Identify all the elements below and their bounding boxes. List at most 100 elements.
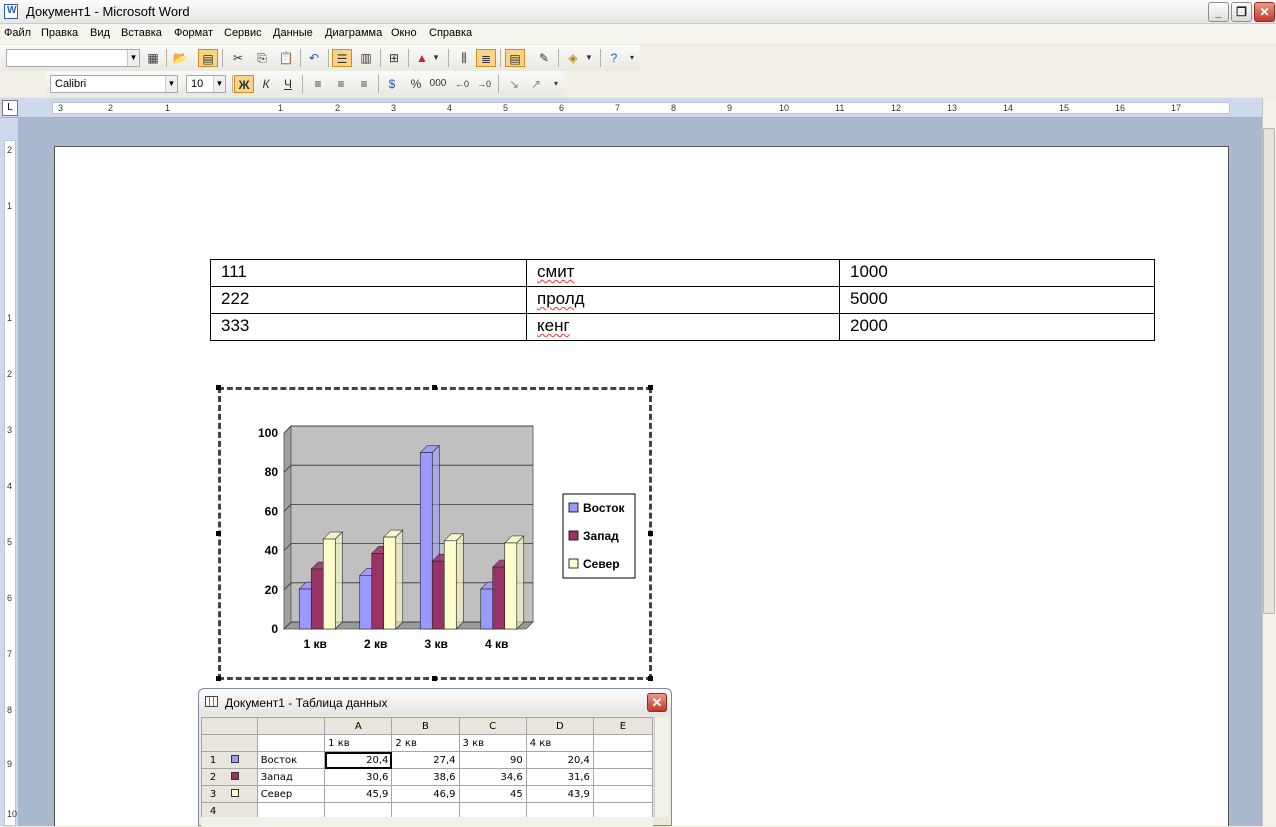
menu-edit[interactable]: Правка [41, 27, 78, 39]
y-tick-label[interactable]: 80 [265, 465, 279, 479]
bar[interactable] [492, 566, 506, 630]
data-cell[interactable]: 45,9 [324, 785, 393, 803]
currency-format-icon[interactable]: $ [382, 75, 402, 93]
data-cell[interactable] [391, 802, 460, 817]
paste-icon[interactable]: 📋 [276, 49, 296, 67]
data-cell[interactable] [458, 802, 527, 817]
increase-decimal-icon[interactable]: ←0 [452, 75, 472, 93]
x-tick-label[interactable]: 4 кв [485, 637, 508, 651]
underline-button[interactable]: Ч [278, 75, 298, 93]
data-cell[interactable]: 3 кв [458, 734, 527, 752]
font-size-combo[interactable]: 10 ▼ [186, 75, 226, 93]
menu-file[interactable]: Файл [4, 27, 31, 39]
legend-swatch[interactable] [568, 502, 579, 513]
series-name-cell[interactable]: Север [256, 785, 326, 803]
category-gridlines-icon[interactable]: ⫼ [454, 49, 474, 67]
bar-side[interactable] [395, 529, 404, 630]
y-tick-label[interactable]: 0 [271, 622, 278, 636]
resize-handle-tl[interactable] [216, 385, 221, 390]
align-right-icon[interactable]: ≡ [354, 75, 374, 93]
chart-type-dropdown-icon[interactable]: ▼ [430, 49, 442, 67]
data-cell[interactable]: 20,4 [324, 751, 393, 769]
bar[interactable] [504, 542, 518, 630]
menu-window[interactable]: Окно [391, 27, 417, 39]
chart-type-icon[interactable]: ▲ [412, 49, 432, 67]
data-cell[interactable]: 34,6 [458, 768, 527, 786]
table-cell[interactable]: 222 [210, 286, 527, 314]
bar[interactable] [298, 588, 312, 630]
x-tick-label[interactable]: 1 кв [304, 637, 327, 651]
y-tick-label[interactable]: 40 [265, 544, 279, 558]
data-cell[interactable]: 1 кв [324, 734, 393, 752]
menu-view[interactable]: Вид [90, 27, 110, 39]
bar[interactable] [359, 574, 373, 630]
by-row-icon[interactable]: ☰ [332, 49, 352, 67]
data-cell[interactable]: 4 кв [525, 734, 594, 752]
angle-counterclockwise-icon[interactable]: ↗ [526, 75, 546, 93]
datasheet-window[interactable]: Документ1 - Таблица данных ✕ A B C D E 1… [198, 688, 672, 827]
legend-swatch[interactable] [568, 530, 579, 541]
bar[interactable] [371, 553, 385, 630]
resize-handle-b[interactable] [432, 676, 437, 681]
italic-button[interactable]: К [256, 75, 276, 93]
percent-button[interactable]: % [406, 75, 426, 93]
data-cell[interactable] [592, 734, 653, 752]
chart-object-frame[interactable]: 0 20 40 60 80 100 1 кв 2 кв 3 кв 4 кв Восток Запад С… [218, 387, 652, 680]
data-cell[interactable]: 90 [458, 751, 527, 769]
legend-icon[interactable]: ▤ [505, 49, 525, 67]
bar[interactable] [443, 540, 457, 630]
resize-handle-bl[interactable] [216, 676, 221, 681]
row-header[interactable] [201, 734, 258, 752]
legend-swatch[interactable] [568, 558, 579, 569]
data-cell[interactable]: 27,4 [391, 751, 460, 769]
bold-button[interactable]: Ж [234, 75, 254, 93]
data-cell[interactable] [256, 802, 326, 817]
menu-tools[interactable]: Сервис [224, 27, 262, 39]
by-column-icon[interactable]: ▥ [356, 49, 376, 67]
row-header[interactable]: 3 [201, 785, 258, 803]
data-cell[interactable] [592, 768, 653, 786]
data-cell[interactable] [592, 802, 653, 817]
angle-clockwise-icon[interactable]: ↘ [504, 75, 524, 93]
minimize-button[interactable]: _ [1208, 2, 1229, 22]
align-left-icon[interactable]: ≡ [308, 75, 328, 93]
bar-side[interactable] [334, 531, 343, 630]
menu-insert[interactable]: Вставка [121, 27, 162, 39]
bar[interactable] [383, 536, 397, 630]
row-header[interactable]: 2 [201, 768, 258, 786]
bar-chart[interactable]: 0 20 40 60 80 100 1 кв 2 кв 3 кв 4 кв Восток Запад С… [221, 390, 649, 677]
restore-button[interactable]: ❐ [1231, 2, 1252, 22]
series-name-cell[interactable]: Восток [256, 751, 326, 769]
x-tick-label[interactable]: 2 кв [364, 637, 387, 651]
column-header[interactable]: A [324, 717, 393, 735]
bar[interactable] [419, 452, 433, 630]
table-cell[interactable]: кенг [526, 313, 840, 341]
data-cell[interactable]: 46,9 [391, 785, 460, 803]
column-header[interactable]: E [592, 717, 653, 735]
fill-color-dropdown-icon[interactable]: ▼ [583, 49, 595, 67]
import-file-icon[interactable]: 📂 [170, 49, 190, 67]
toolbar2-options-icon[interactable]: ▾ [550, 75, 562, 93]
datasheet-vertical-scrollbar[interactable] [654, 717, 669, 817]
table-cell[interactable]: смит [526, 259, 840, 287]
align-center-icon[interactable]: ≡ [331, 75, 351, 93]
series-name-cell[interactable]: Запад [256, 768, 326, 786]
bar[interactable] [480, 588, 494, 630]
data-cell[interactable] [592, 751, 653, 769]
plot-side-wall[interactable] [283, 425, 292, 630]
chart-objects-combo[interactable]: ▼ [6, 49, 140, 67]
row-header[interactable]: 4 [201, 802, 258, 817]
datasheet-title-bar[interactable]: Документ1 - Таблица данных ✕ [199, 689, 671, 715]
format-object-icon[interactable]: ▦ [143, 49, 163, 67]
data-cell[interactable]: 45 [458, 785, 527, 803]
word-app-icon[interactable] [4, 4, 18, 19]
x-tick-label[interactable]: 3 кв [425, 637, 448, 651]
menu-format[interactable]: Формат [174, 27, 213, 39]
copy-icon[interactable]: ⎘ [252, 49, 272, 67]
data-cell[interactable] [324, 802, 393, 817]
bar[interactable] [322, 538, 336, 630]
font-combo[interactable]: Calibri ▼ [50, 75, 178, 93]
vertical-scrollbar[interactable] [1262, 98, 1276, 826]
value-gridlines-icon[interactable]: ≣ [476, 49, 496, 67]
scroll-thumb[interactable] [1263, 128, 1275, 614]
